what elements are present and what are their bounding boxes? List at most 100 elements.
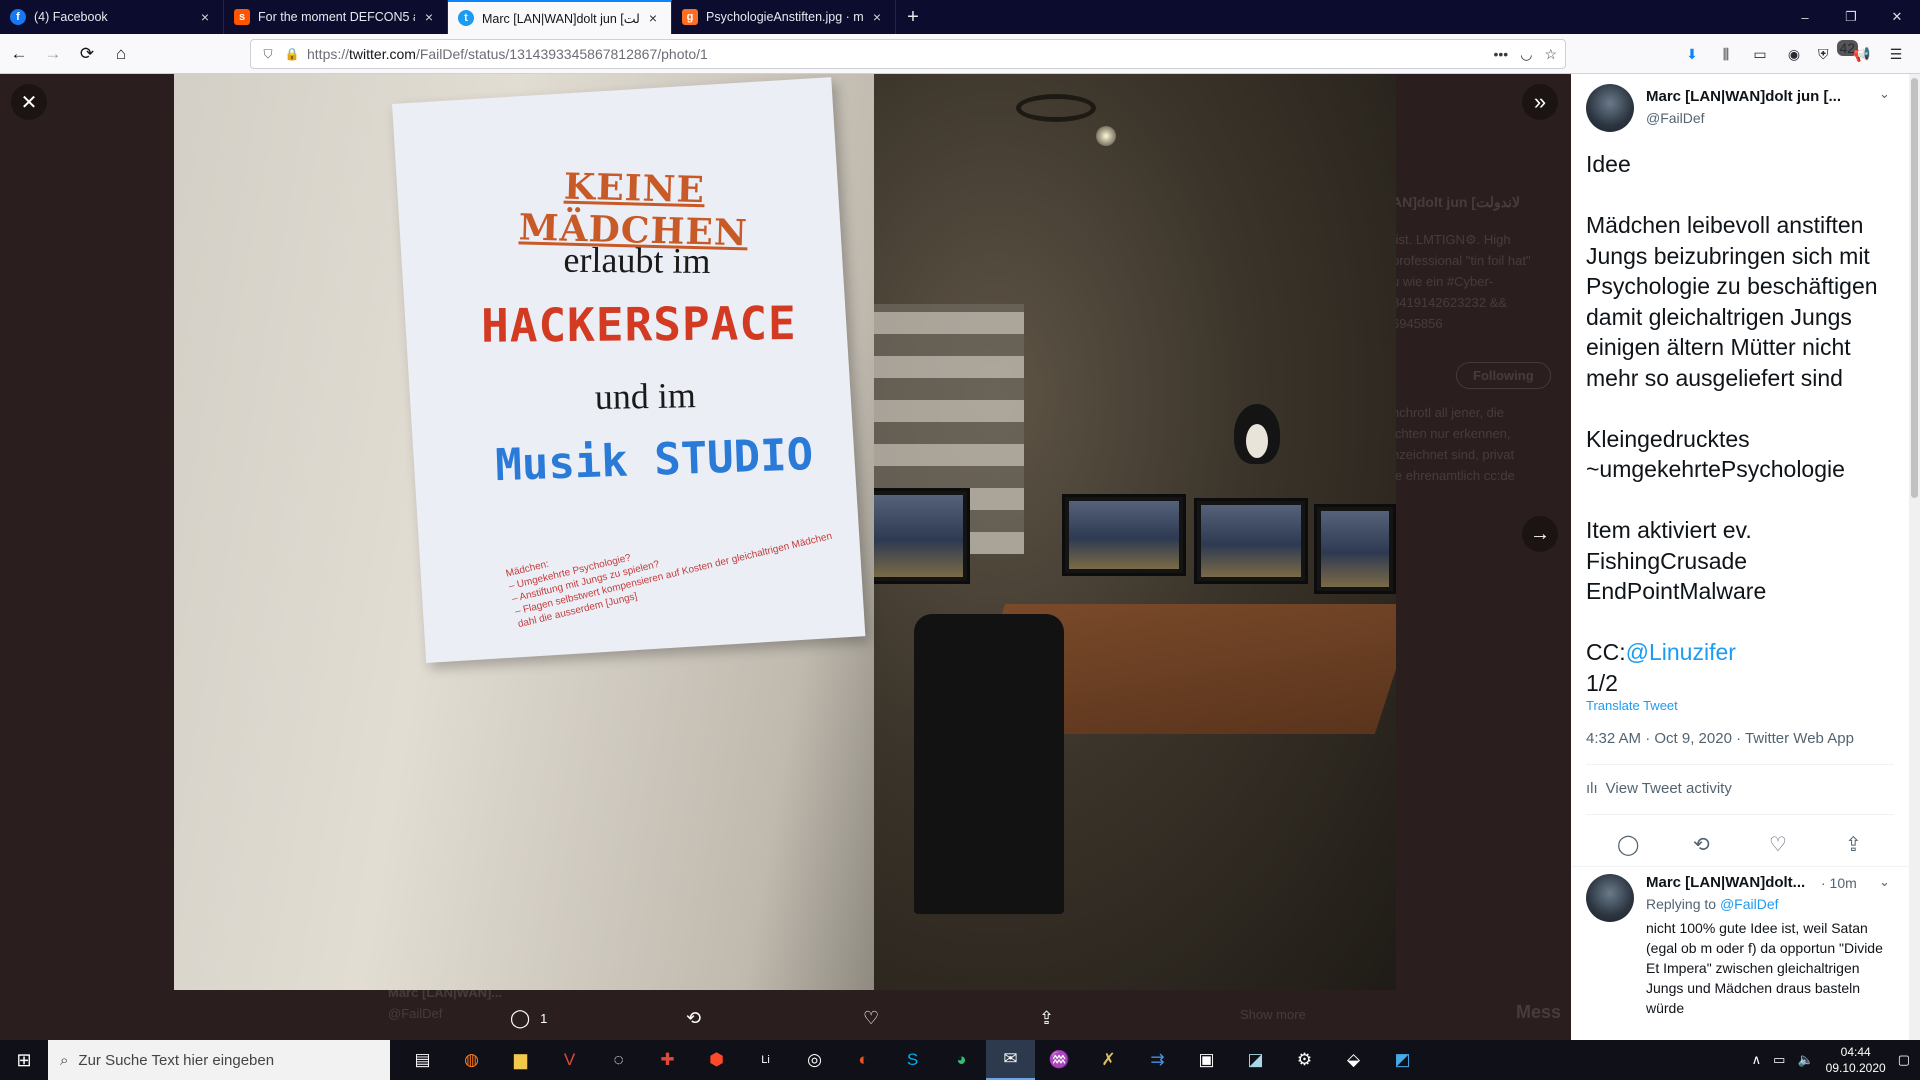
app-icon[interactable]: ▣ [1182,1040,1231,1080]
viewer-share-button[interactable]: ⇪ [1039,1008,1054,1029]
chevron-up-icon[interactable]: ∧ [1752,1052,1762,1068]
tab-soundcloud[interactable]: s For the moment DEFCON5 aka × [224,0,448,34]
next-photo-button[interactable]: → [1522,516,1558,552]
gitlab-icon: g [682,9,698,25]
chevron-down-icon[interactable]: ⌄ [1879,874,1890,890]
tweet-text: Idee Mädchen leibevoll anstiften Jungs b… [1586,149,1898,698]
shield-icon[interactable]: ⛉ [259,47,277,62]
tweet-author-name[interactable]: Marc [LAN|WAN]dolt jun [... [1646,88,1841,105]
tweet-timestamp[interactable]: 4:32 AM · Oct 9, 2020 · Twitter Web App [1586,730,1854,747]
menu-icon[interactable]: ☰ [1886,46,1906,63]
download-icon[interactable]: ⬇ [1682,46,1702,63]
firefox-icon[interactable]: ◍ [447,1040,496,1080]
facebook-icon: f [10,9,26,25]
tab-close-icon[interactable]: × [421,9,437,25]
reload-button[interactable]: ⟳ [72,39,102,69]
background-desc-line: ie ehrenamtlich cc:de [1392,468,1515,483]
app-icon[interactable]: ⬙ [1329,1040,1378,1080]
expand-panel-button[interactable]: » [1522,84,1558,120]
app-icon[interactable]: ⬢ [692,1040,741,1080]
network-icon[interactable]: ▭ [1773,1052,1785,1068]
megaphone-icon[interactable]: 📢 [1852,46,1872,63]
settings-gear-icon[interactable]: ⚙ [1280,1040,1329,1080]
minimize-icon[interactable]: – [1782,0,1828,34]
panel-scrollbar[interactable] [1909,74,1920,1040]
tab-close-icon[interactable]: × [197,9,213,25]
sidebar-icon[interactable]: ▭ [1750,46,1770,63]
ableton-live-icon[interactable]: Li [741,1040,790,1080]
scrollbar-thumb[interactable] [1911,78,1918,498]
tab-twitter[interactable]: t Marc [LAN|WAN]dolt jun [لاندولت × [448,0,672,34]
viewer-like-button[interactable]: ♡ [863,1008,879,1029]
tweet-text-end: 1/2 [1586,669,1618,696]
app-icon[interactable]: ✗ [1084,1040,1133,1080]
back-button[interactable]: ← [4,39,34,69]
reply-author-name[interactable]: Marc [LAN|WAN]dolt... [1646,874,1805,891]
clock[interactable]: 04:44 09.10.2020 [1826,1044,1886,1076]
url-host: twitter.com [349,46,416,62]
new-tab-button[interactable]: + [896,0,930,34]
avatar[interactable] [1586,874,1634,922]
chevron-down-icon[interactable]: ⌄ [1879,86,1890,102]
ublock-icon[interactable]: ⛨ 42 [1818,39,1859,63]
translate-tweet-link[interactable]: Translate Tweet [1586,698,1678,713]
restore-icon[interactable]: ❐ [1828,0,1874,34]
tab-facebook[interactable]: f (4) Facebook × [0,0,224,34]
tab-gitlab[interactable]: g PsychologieAnstiften.jpg · mas × [672,0,896,34]
skype-icon[interactable]: S [888,1040,937,1080]
app-icon[interactable]: ◩ [1378,1040,1427,1080]
share-icon[interactable]: ⇪ [1845,832,1862,857]
tab-title: (4) Facebook [34,10,108,24]
tweet-author-handle[interactable]: @FailDef [1646,110,1705,126]
tweet-photo[interactable]: KEINE MÄDCHEN erlaubt im HACKERSPACE und… [174,74,1396,990]
view-tweet-activity-link[interactable]: ılı View Tweet activity [1586,780,1732,797]
task-view-icon[interactable]: ▤ [398,1040,447,1080]
share-icon: ⇪ [1039,1008,1055,1028]
library-icon[interactable]: ⫼ [1716,46,1736,63]
avatar[interactable] [1586,84,1634,132]
file-explorer-icon[interactable]: ▆ [496,1040,545,1080]
app-icon[interactable]: ⇉ [1133,1040,1182,1080]
close-viewer-button[interactable]: ✕ [11,84,47,120]
viewer-action-bar: ◯ 1 ⟲ ♡ ⇪ [0,998,1571,1040]
voicemeeter-icon[interactable]: V [545,1040,594,1080]
account-icon[interactable]: ◉ [1784,46,1804,63]
start-button[interactable]: ⊞ [0,1040,48,1080]
taskbar-search[interactable]: ⌕ Zur Suche Text hier eingeben [48,1040,390,1080]
lock-icon[interactable]: 🔒 [283,47,301,61]
viewer-reply-button[interactable]: ◯ 1 [510,1008,547,1029]
viewer-retweet-button[interactable]: ⟲ [686,1008,701,1029]
app-icon[interactable]: ✚ [643,1040,692,1080]
background-name: AN]dolt jun [لاندولت [1392,194,1520,210]
page-actions-icon[interactable]: ••• [1494,46,1509,63]
url-text[interactable]: https://twitter.com/FailDef/status/13143… [307,46,1494,62]
notification-icon[interactable]: ▢ [1898,1052,1910,1068]
replying-to: Replying to @FailDef [1646,896,1779,912]
arrow-right-icon: → [44,43,62,63]
mention-link[interactable]: @Linuzifer [1626,639,1736,665]
reply-icon[interactable]: ◯ [1617,832,1639,857]
bookmark-star-icon[interactable]: ☆ [1544,46,1557,63]
ubuntu-icon[interactable]: ◐ [839,1040,888,1080]
browser-tab-strip: f (4) Facebook × s For the moment DEFCON… [0,0,1920,34]
home-button[interactable]: ⌂ [106,39,136,69]
volume-icon[interactable]: 🔈 [1797,1052,1813,1068]
url-bar[interactable]: ⛉ 🔒 https://twitter.com/FailDef/status/1… [250,39,1566,69]
mail-icon[interactable]: ✉ [986,1040,1035,1080]
window-close-icon[interactable]: ✕ [1874,0,1920,34]
retweet-icon[interactable]: ⟲ [1693,832,1710,857]
edge-icon[interactable]: ◕ [937,1040,986,1080]
replying-handle-link[interactable]: @FailDef [1720,896,1779,912]
reply-time[interactable]: · 10m [1821,875,1857,891]
heart-icon[interactable]: ♡ [1769,832,1787,857]
activity-label: View Tweet activity [1605,780,1732,797]
soundcloud-icon: s [234,9,250,25]
obs-icon[interactable]: ◎ [790,1040,839,1080]
pocket-icon[interactable]: ◡ [1520,46,1532,63]
app-icon[interactable]: ♒ [1035,1040,1084,1080]
forward-button[interactable]: → [38,39,68,69]
tab-close-icon[interactable]: × [869,9,885,25]
app-icon[interactable]: ◌ [594,1040,643,1080]
app-icon[interactable]: ◪ [1231,1040,1280,1080]
tab-close-icon[interactable]: × [645,10,661,26]
